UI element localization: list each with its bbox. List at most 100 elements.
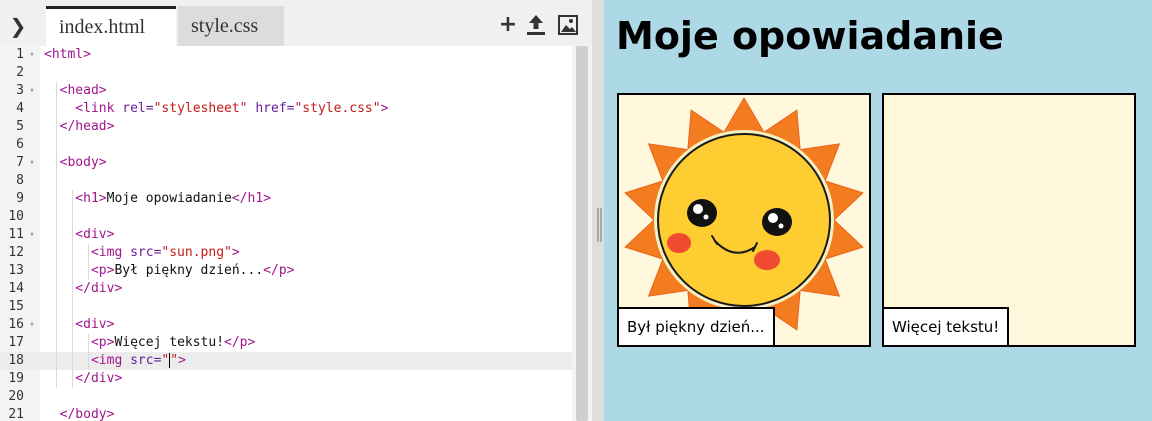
tab-index-html[interactable]: index.html [46, 6, 176, 46]
indent-guide [72, 190, 73, 388]
code-line[interactable]: 7 ▾ <body> [0, 154, 572, 172]
fold-arrow-icon[interactable]: ▾ [26, 226, 38, 244]
code-token: Był piękny dzień... [114, 263, 264, 278]
story-panel-2: Więcej tekstu! [882, 93, 1136, 347]
code-token: src= [130, 245, 162, 260]
line-number: 10 [8, 209, 24, 224]
code-token: " [170, 353, 179, 368]
code-text: <link rel="stylesheet" href="style.css"> [44, 100, 388, 118]
code-line[interactable]: 3 ▾ <head> [0, 82, 572, 100]
pane-splitter[interactable] [592, 0, 604, 421]
fold-arrow-icon[interactable]: ▾ [26, 82, 38, 100]
code-text: <h1>Moje opowiadanie</h1> [44, 190, 271, 208]
code-line[interactable]: 19 </div> [0, 370, 572, 388]
code-token: > [231, 245, 240, 260]
code-line[interactable]: 10 [0, 208, 572, 226]
panel-2-caption: Więcej tekstu! [884, 307, 1010, 345]
chevron-right-icon[interactable]: ❯ [4, 12, 32, 40]
line-number: 14 [8, 281, 24, 296]
splitter-grip-icon[interactable] [597, 208, 599, 242]
line-number: 6 [16, 137, 24, 152]
code-token: > [178, 353, 186, 368]
tab-bar: ❯ index.html style.css + [0, 0, 592, 46]
line-number: 16 [8, 317, 24, 332]
code-line[interactable]: 16 ▾ <div> [0, 316, 572, 334]
line-number: 13 [8, 263, 24, 278]
code-token: " [161, 353, 170, 368]
line-number: 12 [8, 245, 24, 260]
line-number: 7 [16, 155, 24, 170]
upload-icon[interactable] [524, 12, 548, 38]
indent-guide [88, 334, 89, 370]
line-number: 1 [16, 47, 24, 62]
code-token: </body> [44, 407, 115, 421]
code-line[interactable]: 5 </head> [0, 118, 572, 136]
editor-scrollbar[interactable] [572, 46, 592, 421]
code-line[interactable]: 13 <p>Był piękny dzień...</p> [0, 262, 572, 280]
editor-scrollbar-thumb[interactable] [576, 46, 588, 421]
code-text: <div> [44, 316, 114, 334]
code-text: <head> [44, 82, 107, 100]
code-token: "style.css" [294, 101, 381, 116]
code-token: </p> [263, 263, 295, 278]
code-token: "stylesheet" [153, 101, 248, 116]
code-line[interactable]: 11 ▾ <div> [0, 226, 572, 244]
plus-icon[interactable]: + [496, 12, 520, 38]
code-line[interactable]: 8 [0, 172, 572, 190]
code-line[interactable]: 1 ▾ <html> [0, 46, 572, 64]
code-line[interactable]: 17 <p>Więcej tekstu!</p> [0, 334, 572, 352]
line-number: 3 [16, 83, 24, 98]
image-icon[interactable] [556, 12, 580, 38]
line-number: 21 [8, 407, 24, 421]
code-text: <html> [44, 46, 91, 64]
line-number: 15 [8, 299, 24, 314]
line-number: 18 [8, 353, 24, 368]
code-text: <body> [44, 154, 107, 172]
code-text: <div> [44, 226, 114, 244]
line-number: 5 [16, 119, 24, 134]
code-editor: ❯ index.html style.css + 1 ▾ <html> 2 3 ▾ <he… [0, 0, 592, 421]
code-text: </head> [44, 118, 115, 136]
code-line[interactable]: 20 [0, 388, 572, 406]
code-token: Moje opowiadanie [106, 191, 232, 206]
fold-arrow-icon[interactable]: ▾ [26, 46, 38, 64]
code-line[interactable]: 18 <img src=""> [0, 352, 572, 370]
indent-guide [56, 82, 57, 388]
code-token: src= [130, 353, 162, 368]
code-token: <div> [44, 317, 115, 332]
code-token: > [380, 101, 389, 116]
code-token: href= [247, 101, 295, 116]
code-line[interactable]: 15 [0, 298, 572, 316]
code-token: "sun.png" [161, 245, 232, 260]
code-line[interactable]: 21 </body> [0, 406, 572, 421]
code-line[interactable]: 14 </div> [0, 280, 572, 298]
code-token: rel= [122, 101, 154, 116]
code-token: </h1> [231, 191, 271, 206]
image-icon-glyph [558, 15, 578, 35]
code-token: <body> [44, 155, 107, 170]
code-text: <p>Więcej tekstu!</p> [44, 334, 255, 352]
upload-icon-glyph [527, 15, 545, 35]
line-number: 11 [8, 227, 24, 242]
code-token: </p> [224, 335, 256, 350]
code-line[interactable]: 12 <img src="sun.png"> [0, 244, 572, 262]
line-number: 8 [16, 173, 24, 188]
fold-arrow-icon[interactable]: ▾ [26, 316, 38, 334]
indent-guide [88, 244, 89, 280]
code-text: <p>Był piękny dzień...</p> [44, 262, 295, 280]
code-line[interactable]: 9 <h1>Moje opowiadanie</h1> [0, 190, 572, 208]
story-panel-1: Był piękny dzień... [617, 93, 871, 347]
code-line[interactable]: 2 [0, 64, 572, 82]
fold-arrow-icon[interactable]: ▾ [26, 154, 38, 172]
code-token: Więcej tekstu! [114, 335, 225, 350]
code-text: <img src="sun.png"> [44, 244, 240, 262]
line-number: 19 [8, 371, 24, 386]
code-line[interactable]: 4 <link rel="stylesheet" href="style.css… [0, 100, 572, 118]
code-line[interactable]: 6 [0, 136, 572, 154]
code-token: <head> [44, 83, 107, 98]
tab-style-css[interactable]: style.css [178, 6, 284, 46]
line-number: 2 [16, 65, 24, 80]
line-number: 20 [8, 389, 24, 404]
code-area[interactable]: 1 ▾ <html> 2 3 ▾ <head> 4 <link rel="styleshee… [0, 46, 572, 421]
preview-pane: Moje opowiadanie Był piękny dzień... Wię… [604, 0, 1152, 421]
